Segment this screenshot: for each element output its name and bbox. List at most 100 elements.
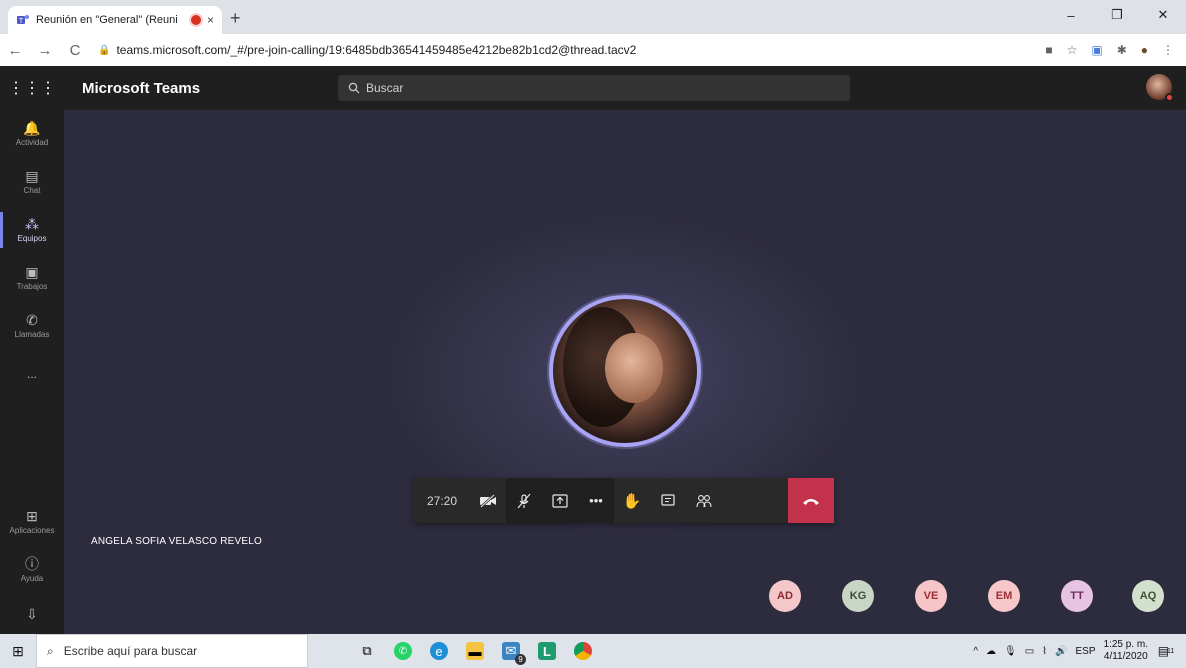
microphone-icon[interactable]: 🎙 bbox=[1004, 646, 1017, 657]
profile-icon[interactable]: ● bbox=[1141, 43, 1148, 57]
tab-title: Reunión en "General" (Reuni bbox=[36, 14, 178, 26]
camera-icon[interactable]: ■ bbox=[1045, 43, 1052, 57]
participants-icon[interactable] bbox=[686, 478, 722, 523]
search-input[interactable]: Buscar bbox=[338, 75, 850, 101]
share-screen-icon[interactable] bbox=[542, 478, 578, 523]
raise-hand-icon[interactable]: ✋ bbox=[614, 478, 650, 523]
rail-item-more[interactable]: ... bbox=[0, 350, 64, 398]
chrome-icon[interactable] bbox=[574, 642, 592, 660]
close-window-button[interactable]: ✕ bbox=[1140, 0, 1186, 30]
rail-item-trabajos[interactable]: ▣ Trabajos bbox=[0, 254, 64, 302]
tab-close-button[interactable]: × bbox=[207, 13, 214, 27]
rail-label: Llamadas bbox=[14, 330, 50, 339]
rail-label: Trabajos bbox=[16, 282, 48, 291]
windows-start-icon[interactable]: ⊞ bbox=[0, 643, 36, 660]
battery-icon[interactable]: ▭ bbox=[1025, 646, 1034, 657]
rail-label: Equipos bbox=[17, 234, 47, 243]
search-icon: ⌕ bbox=[47, 643, 54, 658]
mail-icon[interactable]: ✉ 9 bbox=[502, 642, 526, 665]
mic-off-icon[interactable] bbox=[506, 478, 542, 523]
rail-item-aplicaciones[interactable]: ⊞ Aplicaciones bbox=[0, 498, 64, 546]
app-rail: 🔔 Actividad ▤ Chat ⁂ Equipos ▣ Trabajos … bbox=[0, 110, 64, 634]
mail-badge: 9 bbox=[515, 654, 526, 665]
busy-status-icon bbox=[1165, 93, 1174, 102]
taskbar-search-placeholder: Escribe aquí para buscar bbox=[63, 644, 198, 658]
browser-tab[interactable]: T Reunión en "General" (Reuni × bbox=[8, 6, 222, 34]
rail-item-ayuda[interactable]: ⓘ Ayuda bbox=[0, 546, 64, 594]
user-avatar[interactable] bbox=[1146, 74, 1174, 102]
call-timer: 27:20 bbox=[426, 493, 458, 508]
edge-icon[interactable]: e bbox=[430, 642, 448, 660]
participant-avatar[interactable]: AD bbox=[769, 580, 801, 612]
more-icon: ... bbox=[26, 367, 37, 381]
forward-icon[interactable]: → bbox=[30, 42, 60, 59]
app-launcher-icon[interactable]: ⋮⋮⋮ bbox=[0, 78, 64, 98]
rail-label: Chat bbox=[23, 186, 41, 195]
volume-icon[interactable]: 🔊 bbox=[1055, 646, 1067, 657]
rail-item-llamadas[interactable]: ✆ Llamadas bbox=[0, 302, 64, 350]
reload-icon[interactable]: C bbox=[60, 42, 90, 59]
window-controls: – ❐ ✕ bbox=[1048, 0, 1186, 30]
chat-icon: ▤ bbox=[25, 167, 39, 184]
participant-avatars: AD KG VE EM TT AQ bbox=[64, 580, 1186, 616]
clock[interactable]: 1:25 p. m. 4/11/2020 bbox=[1104, 639, 1148, 663]
participant-initials: AQ bbox=[1139, 590, 1157, 602]
phone-icon: ✆ bbox=[26, 311, 38, 328]
clock-date: 4/11/2020 bbox=[1103, 651, 1148, 662]
download-icon: ⇩ bbox=[26, 605, 38, 622]
file-explorer-icon[interactable]: ▬ bbox=[466, 642, 484, 660]
participant-initials: TT bbox=[1070, 590, 1084, 602]
restore-button[interactable]: ❐ bbox=[1094, 0, 1140, 30]
teams-icon: T bbox=[17, 15, 29, 25]
rail-label: Aplicaciones bbox=[9, 526, 55, 535]
rail-item-download[interactable]: ⇩ bbox=[0, 594, 64, 634]
menu-icon[interactable]: ⋮ bbox=[1162, 43, 1174, 57]
taskbar-search-input[interactable]: ⌕ Escribe aquí para buscar bbox=[36, 634, 308, 668]
chevron-up-icon[interactable]: ^ bbox=[973, 646, 978, 657]
clock-time: 1:25 p. m. bbox=[1103, 639, 1148, 650]
rail-item-actividad[interactable]: 🔔 Actividad bbox=[0, 110, 64, 158]
system-tray: ^ ☁ 🎙 ▭ ⌇ 🔊 ESP 1:25 p. m. 4/11/2020 ▤ 11 bbox=[973, 634, 1186, 668]
hang-up-button[interactable] bbox=[788, 478, 834, 523]
more-options-icon[interactable]: ••• bbox=[578, 478, 614, 523]
conversation-icon[interactable] bbox=[650, 478, 686, 523]
participant-avatar[interactable]: EM bbox=[988, 580, 1020, 612]
bell-icon: 🔔 bbox=[23, 119, 41, 136]
caller-avatar bbox=[549, 295, 701, 447]
rail-label: Ayuda bbox=[20, 574, 44, 583]
participant-avatar[interactable]: TT bbox=[1061, 580, 1093, 612]
notification-center-icon[interactable]: ▤ 11 bbox=[1156, 641, 1176, 661]
screen: T Reunión en "General" (Reuni × + – ❐ ✕ … bbox=[0, 0, 1186, 668]
camera-off-icon[interactable] bbox=[470, 478, 506, 523]
minimize-button[interactable]: – bbox=[1048, 0, 1094, 30]
search-icon bbox=[348, 82, 360, 94]
search-placeholder: Buscar bbox=[366, 81, 404, 95]
input-language[interactable]: ESP bbox=[1076, 646, 1096, 657]
rail-item-equipos[interactable]: ⁂ Equipos bbox=[0, 206, 64, 254]
participant-initials: KG bbox=[849, 590, 867, 602]
svg-text:T: T bbox=[19, 18, 24, 25]
extensions-area: ■ ☆ ▣ ✱ ● ⋮ bbox=[1045, 43, 1186, 57]
app-l-icon[interactable]: L bbox=[538, 642, 556, 660]
participant-avatar[interactable]: AQ bbox=[1132, 580, 1164, 612]
star-icon[interactable]: ☆ bbox=[1067, 43, 1078, 57]
participant-avatar[interactable]: VE bbox=[915, 580, 947, 612]
notification-badge: 11 bbox=[1167, 647, 1175, 655]
rail-label: Actividad bbox=[15, 138, 49, 147]
browser-tab-strip: T Reunión en "General" (Reuni × + – ❐ ✕ bbox=[0, 0, 1186, 34]
new-tab-button[interactable]: + bbox=[230, 8, 241, 29]
task-view-icon[interactable]: ⧉ bbox=[358, 642, 376, 660]
back-icon[interactable]: ← bbox=[0, 42, 30, 59]
puzzle-icon[interactable]: ✱ bbox=[1117, 43, 1127, 57]
address-bar[interactable]: 🔒 teams.microsoft.com/_#/pre-join-callin… bbox=[98, 37, 1045, 63]
translate-extension-icon[interactable]: ▣ bbox=[1091, 43, 1102, 57]
onedrive-icon[interactable]: ☁ bbox=[986, 646, 996, 657]
rail-bottom: ⊞ Aplicaciones ⓘ Ayuda ⇩ bbox=[0, 498, 64, 634]
wifi-icon[interactable]: ⌇ bbox=[1042, 646, 1047, 657]
teams-header: ⋮⋮⋮ Microsoft Teams Buscar bbox=[0, 66, 1186, 110]
rail-item-chat[interactable]: ▤ Chat bbox=[0, 158, 64, 206]
app-title: Microsoft Teams bbox=[82, 79, 201, 97]
lock-icon: 🔒 bbox=[98, 44, 111, 56]
whatsapp-icon[interactable]: ✆ bbox=[394, 642, 412, 660]
participant-avatar[interactable]: KG bbox=[842, 580, 874, 612]
